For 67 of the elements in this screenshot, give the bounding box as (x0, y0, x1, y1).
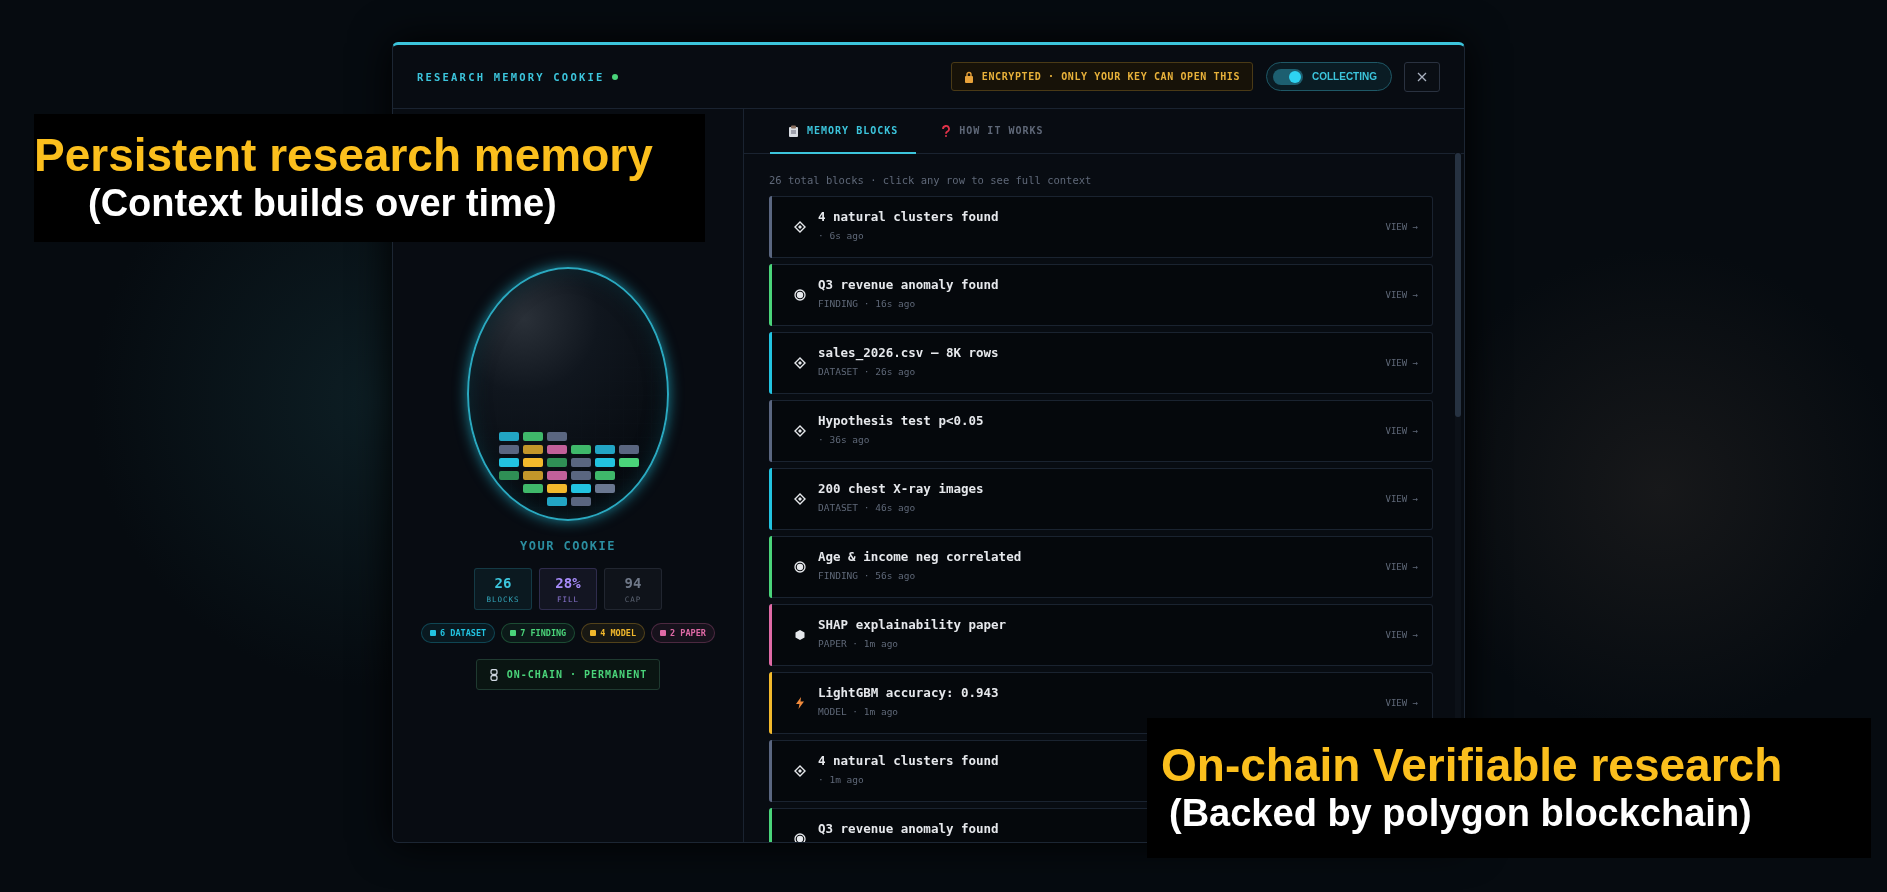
on-chain-button[interactable]: ON-CHAIN · PERMANENT (475, 659, 661, 690)
caption-subtitle: (Context builds over time) (88, 181, 558, 225)
close-button[interactable] (1404, 61, 1440, 92)
target-icon (794, 289, 806, 301)
lock-icon (963, 70, 974, 83)
hexagon-icon (794, 629, 806, 641)
block-title: Hypothesis test p<0.05 (818, 413, 985, 428)
block-meta: · 6s ago (818, 230, 865, 241)
block-title: LightGBM accuracy: 0.943 (818, 685, 1000, 700)
memory-block-row[interactable]: 200 chest X-ray images DATASET · 46s ago VIEW → (769, 468, 1433, 530)
block-title: Q3 revenue anomaly found (818, 277, 1000, 292)
block-title: 4 natural clusters found (818, 209, 1000, 224)
diamond-icon (794, 493, 806, 505)
view-link[interactable]: VIEW → (1385, 494, 1418, 504)
stat-value: 94 (624, 575, 642, 591)
memory-block-row[interactable]: Hypothesis test p<0.05 · 36s ago VIEW → (769, 400, 1433, 462)
encryption-badge: ENCRYPTED · ONLY YOUR KEY CAN OPEN THIS (950, 62, 1253, 91)
block-meta: MODEL · 1m ago (818, 706, 900, 717)
block-title: sales_2026.csv — 8K rows (818, 345, 1000, 360)
block-meta: FINDING · 56s ago (818, 570, 917, 581)
view-link[interactable]: VIEW → (1385, 290, 1418, 300)
memory-block-row[interactable]: Q3 revenue anomaly found FINDING · 16s ago VIEW → (769, 264, 1433, 326)
lightning-icon (794, 697, 806, 709)
block-meta: DATASET · 26s ago (818, 366, 917, 377)
close-icon (1417, 71, 1427, 82)
legend-chip: 2 PAPER (651, 623, 715, 643)
diamond-icon (794, 221, 806, 233)
stat-value: 28% (555, 575, 581, 591)
stat-value: 26 (494, 575, 512, 591)
block-title: 200 chest X-ray images (818, 481, 985, 496)
view-link[interactable]: VIEW → (1385, 358, 1418, 368)
block-title: SHAP explainability paper (818, 617, 1008, 632)
hint-text: 26 total blocks · click any row to see full context (769, 174, 1093, 186)
clipboard-icon (788, 124, 799, 137)
diamond-icon (794, 765, 806, 777)
target-icon (794, 833, 806, 842)
target-icon (794, 561, 806, 573)
block-meta: FINDING · 16s ago (818, 298, 917, 309)
tab[interactable]: MEMORY BLOCKS (770, 109, 917, 154)
legend-chip: 4 MODEL (581, 623, 646, 643)
diamond-icon (794, 425, 806, 437)
block-meta: PAPER · 1m ago (818, 638, 900, 649)
app-title: RESEARCH MEMORY COOKIE (417, 70, 605, 83)
view-link[interactable]: VIEW → (1385, 698, 1418, 708)
block-meta: · 1m ago (818, 774, 865, 785)
block-title: Q3 revenue anomaly found (818, 821, 1000, 836)
block-title: 4 natural clusters found (818, 753, 1000, 768)
block-title: Age & income neg correlated (818, 549, 1023, 564)
block-meta: DATASET · 46s ago (818, 502, 917, 513)
memory-block-row[interactable]: Age & income neg correlated FINDING · 56s ago VIEW → (769, 536, 1433, 598)
block-meta: · 36s ago (818, 434, 871, 445)
view-link[interactable]: VIEW → (1385, 222, 1418, 232)
memory-block-row[interactable]: sales_2026.csv — 8K rows DATASET · 26s ago VIEW → (769, 332, 1433, 394)
legend-chip: 6 DATASET (421, 623, 496, 643)
memory-block-row[interactable]: 4 natural clusters found · 6s ago VIEW → (769, 196, 1433, 258)
caption-title: Persistent research memory (34, 127, 654, 182)
scrollbar-thumb[interactable] (1455, 153, 1461, 417)
chain-link-icon (488, 668, 499, 681)
question-mark-icon (940, 124, 952, 137)
diamond-icon (794, 357, 806, 369)
view-link[interactable]: VIEW → (1385, 562, 1418, 572)
legend-chip: 7 FINDING (501, 623, 576, 643)
collecting-toggle[interactable]: COLLECTING (1266, 62, 1392, 91)
cookie-label: YOUR COOKIE (520, 539, 616, 553)
view-link[interactable]: VIEW → (1385, 630, 1418, 640)
memory-block-row[interactable]: SHAP explainability paper PAPER · 1m ago VIEW → (769, 604, 1433, 666)
view-link[interactable]: VIEW → (1385, 426, 1418, 436)
